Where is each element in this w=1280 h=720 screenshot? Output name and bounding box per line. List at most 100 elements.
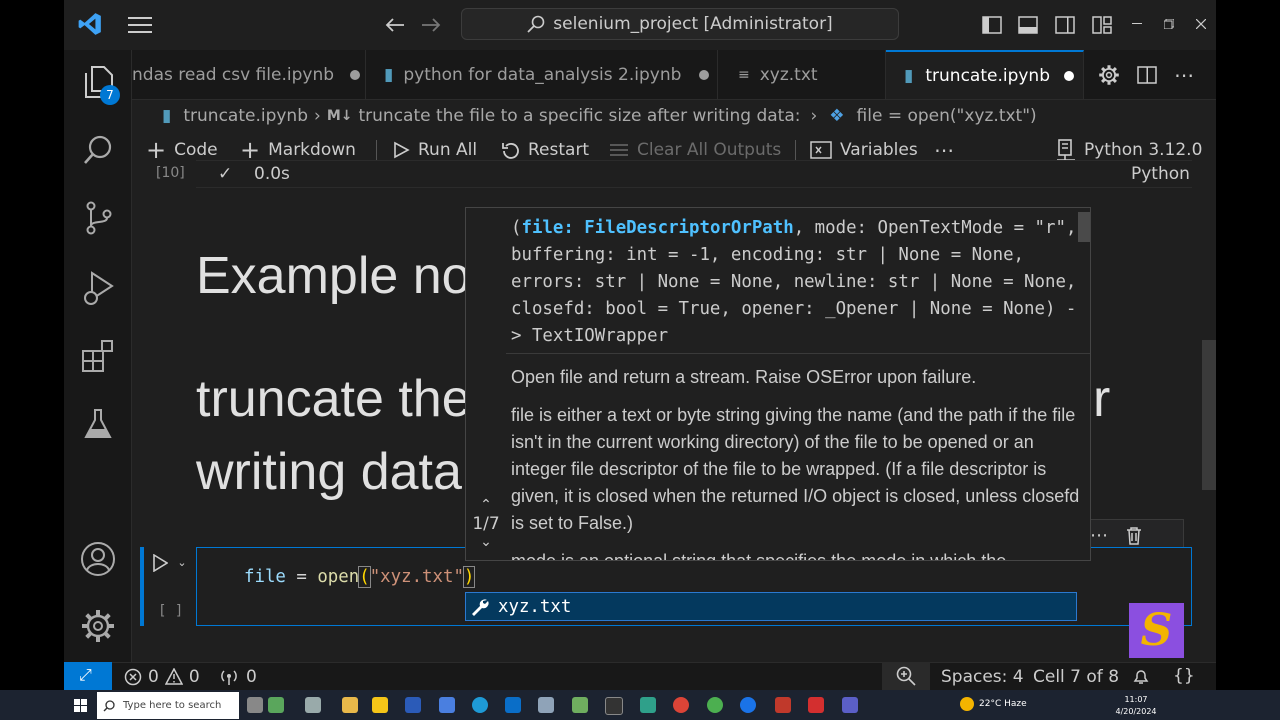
search-icon <box>103 699 115 712</box>
breadcrumb-file[interactable]: truncate.ipynb <box>183 106 308 126</box>
menu-icon[interactable] <box>126 12 154 38</box>
chrome-icon[interactable] <box>740 697 756 713</box>
overload-down-icon[interactable]: ⌄ <box>466 535 506 549</box>
code-eq: = <box>285 567 318 587</box>
toggle-panel-icon[interactable] <box>1016 13 1040 37</box>
screen-border-left <box>0 0 64 690</box>
terminal-icon[interactable] <box>605 697 623 715</box>
customize-layout-icon[interactable] <box>1090 13 1114 37</box>
warning-icon <box>164 668 183 686</box>
toggle-secondary-sidebar-icon[interactable] <box>1053 13 1077 37</box>
file-explorer-icon[interactable] <box>342 697 358 713</box>
chevron-down-icon[interactable]: ⌄ <box>175 555 189 569</box>
button-label: Restart <box>528 140 590 160</box>
taskbar-app-icon[interactable] <box>775 697 791 713</box>
extensions-icon[interactable] <box>80 338 116 374</box>
python-file-icon: ❖ <box>829 106 845 126</box>
minimize-icon[interactable] <box>1128 14 1146 34</box>
command-center-search[interactable]: selenium_project [Administrator] <box>461 8 899 40</box>
more-actions-icon[interactable]: ⋯ <box>1172 63 1196 87</box>
zoom-icon <box>896 666 916 686</box>
taskbar-app-icon[interactable] <box>247 697 263 713</box>
windows-start-icon[interactable] <box>74 699 88 713</box>
source-control-icon[interactable] <box>80 200 116 236</box>
breadcrumb-symbol[interactable]: file = open("xyz.txt") <box>857 106 1037 126</box>
taskbar-app-icon[interactable] <box>268 697 284 713</box>
error-count: 0 <box>148 667 159 687</box>
tab-label: truncate.ipynb <box>925 66 1050 86</box>
taskbar-app-icon[interactable] <box>372 697 388 713</box>
overload-up-icon[interactable]: ⌃ <box>466 498 506 512</box>
taskbar-app-icon[interactable] <box>538 697 554 713</box>
error-icon <box>124 668 142 686</box>
breadcrumb-section[interactable]: truncate the file to a specific size aft… <box>358 106 800 126</box>
taskbar-app-icon[interactable] <box>640 697 656 713</box>
breadcrumb: ▮ truncate.ipynb › M↓ truncate the file … <box>132 100 1216 132</box>
tab-xyz-txt[interactable]: ≡ xyz.txt <box>718 50 886 99</box>
clear-all-icon <box>609 142 629 158</box>
remote-indicator[interactable]: ⤢ <box>64 662 112 690</box>
tab-pandas-read-csv[interactable]: ndas read csv file.ipynb <box>132 50 366 99</box>
restore-icon[interactable] <box>1160 14 1178 34</box>
code-paren-close: ) <box>462 566 476 588</box>
remote-icon: ⤢ <box>79 665 92 684</box>
vscode-taskbar-icon[interactable] <box>505 697 521 713</box>
restart-icon <box>502 141 520 159</box>
language-status-icon[interactable]: {} <box>1173 666 1195 686</box>
testing-flask-icon[interactable] <box>80 406 116 442</box>
hover-scrollbar[interactable] <box>1078 212 1090 242</box>
taskbar-app-icon[interactable] <box>572 697 588 713</box>
teams-icon[interactable] <box>842 697 858 713</box>
signature-text: (file: FileDescriptorOrPath, mode: OpenT… <box>506 208 1090 354</box>
markdown-cell-icon: M↓ <box>326 108 353 124</box>
cell-language[interactable]: Python <box>1131 164 1190 184</box>
split-editor-icon[interactable] <box>1135 63 1159 87</box>
word-icon[interactable] <box>405 697 421 713</box>
close-icon[interactable] <box>1192 14 1210 34</box>
search-icon[interactable] <box>80 132 116 168</box>
edge-browser-icon[interactable] <box>472 697 488 713</box>
manage-gear-icon[interactable] <box>78 606 118 646</box>
success-check-icon: ✓ <box>218 164 233 184</box>
doc-paragraph-3: mode is an optional string that specifie… <box>511 551 1007 561</box>
accounts-icon[interactable] <box>78 539 118 579</box>
antivirus-icon[interactable] <box>808 697 824 713</box>
delete-cell-icon[interactable] <box>1124 525 1144 547</box>
parameter-hints-widget: (file: FileDescriptorOrPath, mode: OpenT… <box>465 207 1091 561</box>
editor-scrollbar[interactable] <box>1202 340 1216 490</box>
ports-indicator[interactable]: 0 <box>220 667 257 687</box>
task-view-icon[interactable] <box>305 697 321 713</box>
vscode-logo-icon <box>76 10 104 38</box>
toggle-primary-sidebar-icon[interactable] <box>980 13 1004 37</box>
zoom-indicator[interactable] <box>882 662 930 690</box>
forward-arrow-icon[interactable] <box>418 12 444 38</box>
run-and-debug-icon[interactable] <box>80 268 116 308</box>
notebook-settings-gear-icon[interactable] <box>1097 63 1121 87</box>
unsaved-dot-icon[interactable] <box>350 70 361 80</box>
run-cell-icon[interactable] <box>150 552 170 574</box>
cell-position-status[interactable]: Cell 7 of 8 <box>1033 667 1119 687</box>
text-file-icon: ≡ <box>738 67 750 83</box>
tab-truncate[interactable]: ▮ truncate.ipynb <box>886 50 1084 99</box>
weather-icon <box>960 697 974 711</box>
tab-python-for-data-analysis[interactable]: ▮ python for data_analysis 2.ipynb <box>366 50 718 99</box>
indentation-status[interactable]: Spaces: 4 <box>941 667 1024 687</box>
editor-tabs: ndas read csv file.ipynb ▮ python for da… <box>132 50 1216 100</box>
suggestion-widget[interactable]: xyz.txt <box>465 592 1077 621</box>
weather-widget[interactable]: 22°C Haze <box>960 697 1027 711</box>
taskbar-clock[interactable]: 11:07 4/20/2024 <box>1112 694 1160 718</box>
chrome-icon[interactable] <box>673 697 689 713</box>
chevron-right-icon: › <box>314 106 321 126</box>
notifications-bell-icon[interactable] <box>1131 667 1151 687</box>
cell-more-icon[interactable]: ⋯ <box>1090 525 1108 546</box>
unsaved-dot-icon[interactable] <box>1064 71 1074 81</box>
taskbar-search-box[interactable]: Type here to search <box>97 692 239 719</box>
button-label: Run All <box>418 140 478 160</box>
code-var: file <box>244 567 286 587</box>
chrome-icon[interactable] <box>707 697 723 713</box>
problems-indicator[interactable]: 0 0 <box>124 667 200 687</box>
back-arrow-icon[interactable] <box>382 12 408 38</box>
notebook-file-icon: ▮ <box>904 66 914 86</box>
taskbar-app-icon[interactable] <box>439 697 455 713</box>
unsaved-dot-icon[interactable] <box>699 70 710 80</box>
